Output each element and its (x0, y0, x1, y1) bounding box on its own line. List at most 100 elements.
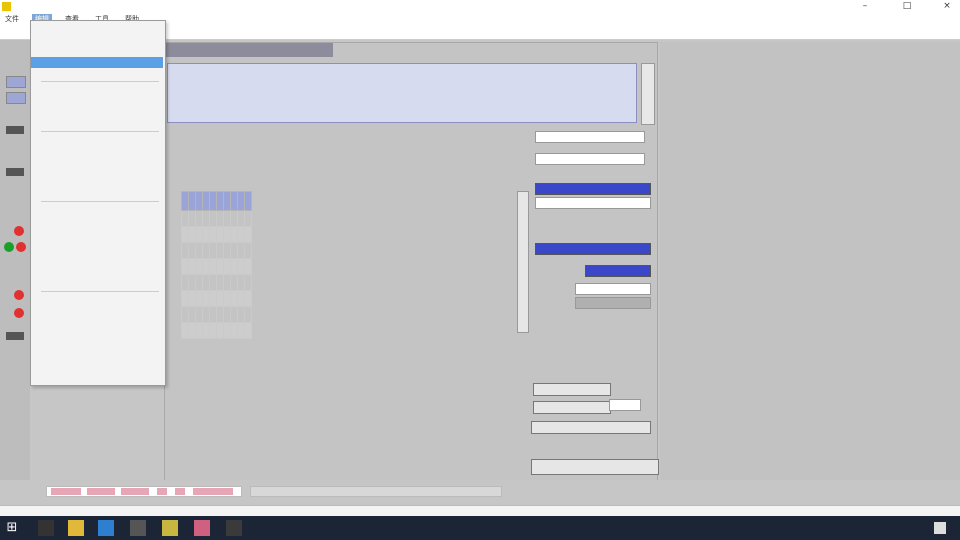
app-icon[interactable] (162, 520, 178, 536)
table-cell (244, 306, 252, 323)
table-cell (237, 226, 245, 243)
table-cell (237, 306, 245, 323)
table-row[interactable] (181, 290, 252, 307)
status-segment (157, 488, 167, 495)
status-segment (87, 488, 115, 495)
table-cell (230, 242, 238, 259)
table-cell (230, 306, 238, 323)
table-cell (195, 226, 203, 243)
notes-scrollbar[interactable] (641, 63, 655, 125)
column-header[interactable] (230, 191, 238, 211)
status-input[interactable] (250, 486, 502, 497)
action-button[interactable] (533, 401, 611, 414)
status-segment (121, 488, 149, 495)
panel-header (165, 43, 333, 57)
table-cell (216, 306, 224, 323)
table-cell (195, 242, 203, 259)
action-button[interactable] (533, 383, 611, 396)
title-bar: – □ × (0, 0, 960, 14)
table-cell (244, 210, 252, 227)
column-header[interactable] (237, 191, 245, 211)
right-field[interactable] (575, 297, 651, 309)
app-icon[interactable] (130, 520, 146, 536)
table-cell (216, 274, 224, 291)
table-cell (216, 210, 224, 227)
table-cell (188, 274, 196, 291)
table-cell (216, 258, 224, 275)
table-row[interactable] (181, 226, 252, 243)
table-cell (216, 290, 224, 307)
table-row[interactable] (181, 242, 252, 259)
table-cell (223, 210, 231, 227)
alert-indicator-icon (14, 226, 24, 236)
toolbar-button[interactable] (6, 126, 24, 134)
app-icon[interactable] (98, 520, 114, 536)
main-panel (164, 42, 659, 502)
toolbar-button[interactable] (6, 92, 26, 104)
table-cell (195, 290, 203, 307)
toolbar-button[interactable] (6, 332, 24, 340)
table-cell (202, 306, 210, 323)
action-button[interactable] (531, 421, 651, 434)
table-cell (230, 290, 238, 307)
table-cell (244, 242, 252, 259)
column-header[interactable] (209, 191, 217, 211)
close-icon[interactable]: × (934, 0, 960, 13)
left-toolbar (0, 40, 30, 480)
app-icon[interactable] (194, 520, 210, 536)
folder-icon[interactable] (68, 520, 84, 536)
table-cell (188, 210, 196, 227)
maximize-icon[interactable]: □ (894, 0, 920, 13)
column-header[interactable] (195, 191, 203, 211)
column-header[interactable] (244, 191, 252, 211)
app-icon[interactable] (226, 520, 242, 536)
status-segment (175, 488, 185, 495)
table-cell (195, 274, 203, 291)
table-row[interactable] (181, 274, 252, 291)
dropdown-separator (41, 291, 159, 292)
toolbar-button[interactable] (6, 168, 24, 176)
dropdown-item-selected[interactable] (31, 57, 163, 68)
right-field[interactable] (609, 399, 641, 411)
right-field[interactable] (535, 197, 651, 209)
column-header[interactable] (181, 191, 189, 211)
right-field[interactable] (575, 283, 651, 295)
minimize-icon[interactable]: – (852, 0, 878, 13)
right-field[interactable] (535, 131, 645, 143)
column-header[interactable] (202, 191, 210, 211)
table-cell (237, 258, 245, 275)
table-cell (181, 242, 189, 259)
right-selected-field[interactable] (535, 183, 651, 195)
table-cell (244, 274, 252, 291)
app-icon (2, 2, 11, 11)
table-cell (230, 274, 238, 291)
table-cell (237, 274, 245, 291)
right-selected-field[interactable] (535, 243, 651, 255)
notification-icon[interactable] (934, 522, 946, 534)
table-cell (188, 258, 196, 275)
column-header[interactable] (223, 191, 231, 211)
table-cell (209, 242, 217, 259)
right-selected-field[interactable] (585, 265, 651, 277)
toolbar-button[interactable] (6, 76, 26, 88)
table-row[interactable] (181, 322, 252, 339)
table-row[interactable] (181, 306, 252, 323)
table-row[interactable] (181, 210, 252, 227)
action-button[interactable] (531, 459, 659, 475)
windows-start-icon[interactable]: ⊞ (4, 520, 20, 536)
column-header[interactable] (188, 191, 196, 211)
menu-item-file[interactable]: 文件 (2, 14, 22, 25)
column-header[interactable] (216, 191, 224, 211)
table-cell (244, 226, 252, 243)
status-ok-icon (4, 242, 14, 252)
search-icon[interactable] (38, 520, 54, 536)
table-cell (202, 242, 210, 259)
table-cell (181, 290, 189, 307)
edit-dropdown-menu (30, 20, 166, 386)
table-scrollbar[interactable] (517, 191, 529, 333)
table-row[interactable] (181, 258, 252, 275)
notes-area[interactable] (167, 63, 637, 123)
alert-indicator-icon (14, 308, 24, 318)
right-field[interactable] (535, 153, 645, 165)
table-cell (181, 306, 189, 323)
